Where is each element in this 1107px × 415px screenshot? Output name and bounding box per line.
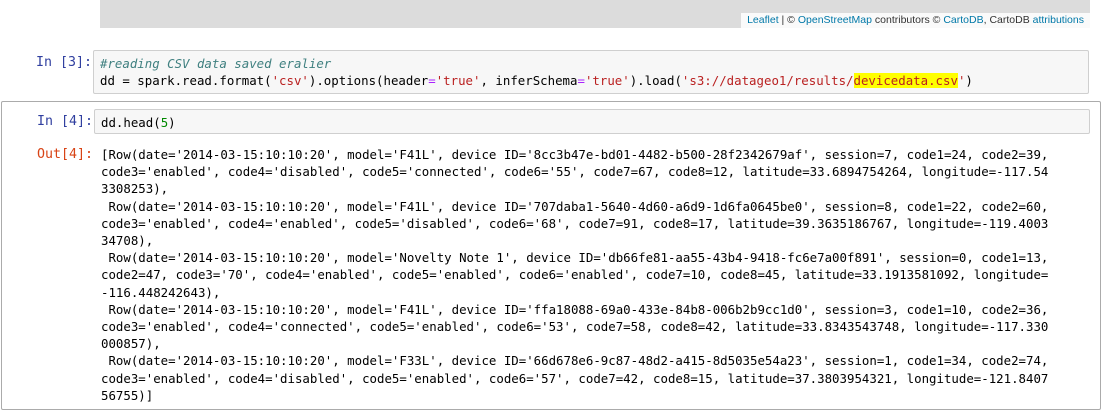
output-line: Row(date='2014-03-15:10:10:20', model='F… (101, 301, 1049, 317)
input-prompt: In [4]: (36, 114, 93, 129)
code-input-area[interactable]: dd.head(5) (94, 109, 1090, 134)
attribution-contributors: contributors © (871, 14, 944, 26)
code-token: ).load( (629, 73, 682, 88)
output-line: 000857), (101, 336, 161, 352)
code-comment: #reading CSV data saved eralier (100, 56, 332, 71)
notebook-cell-3[interactable]: In [3]: #reading CSV data saved eralier … (0, 50, 1107, 95)
output-line: Row(date='2014-03-15:10:10:20', model='F… (101, 198, 1049, 214)
attribution-separator: | © (778, 14, 798, 26)
map-attribution: Leaflet | © OpenStreetMap contributors ©… (741, 13, 1090, 28)
code-token: ) (965, 73, 973, 88)
output-prompt: Out[4]: (36, 147, 93, 162)
code-string: 'true' (584, 73, 630, 88)
osm-link[interactable]: OpenStreetMap (798, 14, 872, 26)
output-line: Row(date='2014-03-15:10:10:20', model='F… (101, 353, 1049, 369)
output-line: code3='enabled', code4='disabled', code5… (101, 164, 1049, 180)
code-token: dd = spark.read.format( (100, 73, 272, 88)
code-string: 'true' (435, 73, 481, 88)
code-operator: = (428, 73, 436, 88)
code-token: , inferSchema (480, 73, 578, 88)
cell-output: [Row(date='2014-03-15:10:10:20', model='… (101, 146, 1048, 404)
output-line: code3='enabled', code4='disabled', code5… (101, 370, 1049, 386)
output-line: -116.448242643), (101, 284, 221, 300)
output-line: code3='enabled', code4='connected', code… (101, 319, 1049, 335)
input-prompt: In [3]: (35, 55, 92, 70)
output-line: Row(date='2014-03-15:10:10:20', model='N… (101, 250, 1049, 266)
code-operator: = (577, 73, 585, 88)
attribution-cartodb: , CartoDB (983, 14, 1033, 26)
code-string: 's3://datageo1/results/ (681, 73, 854, 88)
output-line: 34708), (101, 233, 154, 249)
code-token: ) (168, 115, 176, 130)
map-widget[interactable]: Leaflet | © OpenStreetMap contributors ©… (100, 0, 1090, 28)
output-line: [Row(date='2014-03-15:10:10:20', model='… (101, 147, 1049, 162)
output-line: code3='enabled', code4='enabled', code5=… (101, 215, 1049, 231)
code-string: 'csv' (271, 73, 309, 88)
attributions-link[interactable]: attributions (1033, 14, 1084, 26)
code-token: ).options(header (308, 73, 429, 88)
notebook-cell-4-selected[interactable]: In [4]: dd.head(5) Out[4]: [Row(date='20… (1, 101, 1101, 410)
leaflet-link[interactable]: Leaflet (747, 14, 779, 26)
cartodb-link[interactable]: CartoDB (943, 14, 983, 26)
output-line: 56755)] (101, 387, 154, 403)
output-line: 3308253), (101, 181, 169, 197)
code-input-area[interactable]: #reading CSV data saved eralier dd = spa… (93, 50, 1089, 94)
output-line: code2=47, code3='70', code4='enabled', c… (101, 267, 1049, 283)
highlighted-filename: devicedata.csv (853, 73, 958, 88)
code-token: dd.head( (101, 115, 161, 130)
